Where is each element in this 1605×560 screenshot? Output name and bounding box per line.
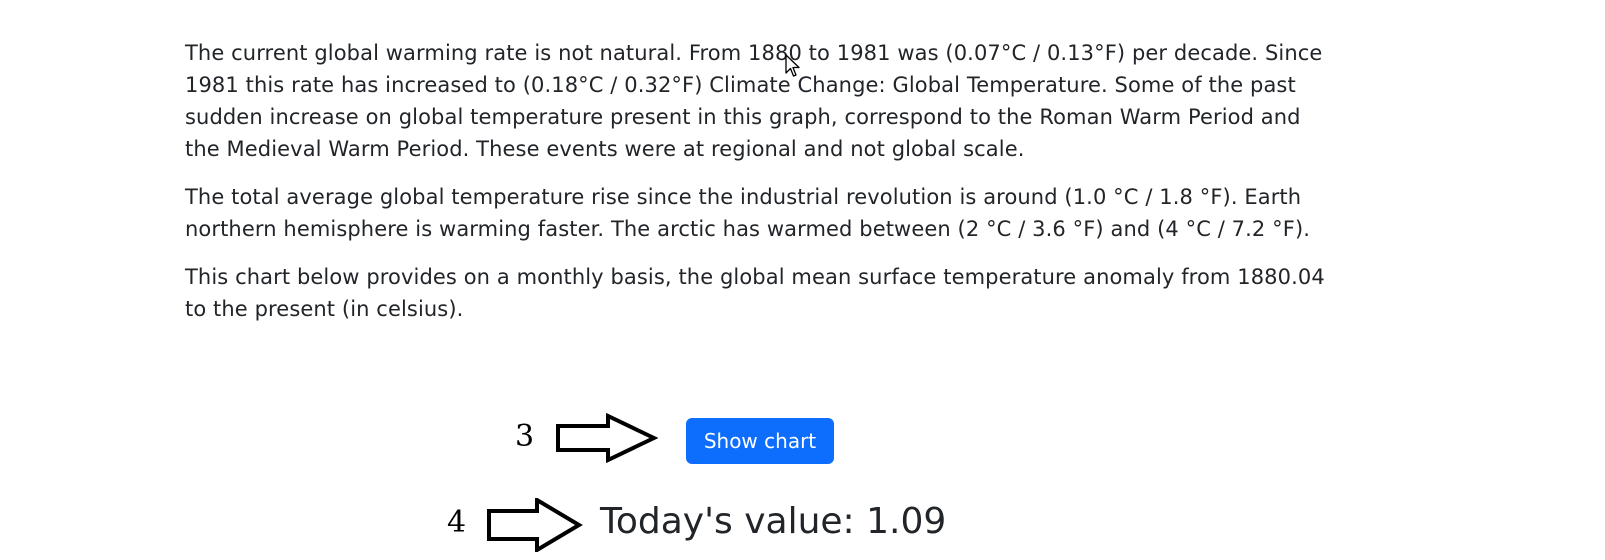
- right-arrow-outline-icon: [556, 413, 658, 463]
- mouse-pointer-icon: [785, 54, 800, 77]
- right-arrow-outline-icon: [487, 498, 583, 552]
- paragraph-temperature-rise: The total average global temperature ris…: [185, 185, 1311, 241]
- step-3-label: 3: [515, 419, 535, 454]
- step-4-label: 4: [447, 505, 467, 540]
- show-chart-button[interactable]: Show chart: [686, 418, 834, 464]
- article-content: The current global warming rate is not n…: [185, 37, 1335, 341]
- paragraph-chart-intro: This chart below provides on a monthly b…: [185, 265, 1325, 321]
- todays-value: Today's value: 1.09: [600, 501, 947, 542]
- paragraph-warming-rate: The current global warming rate is not n…: [185, 41, 1323, 161]
